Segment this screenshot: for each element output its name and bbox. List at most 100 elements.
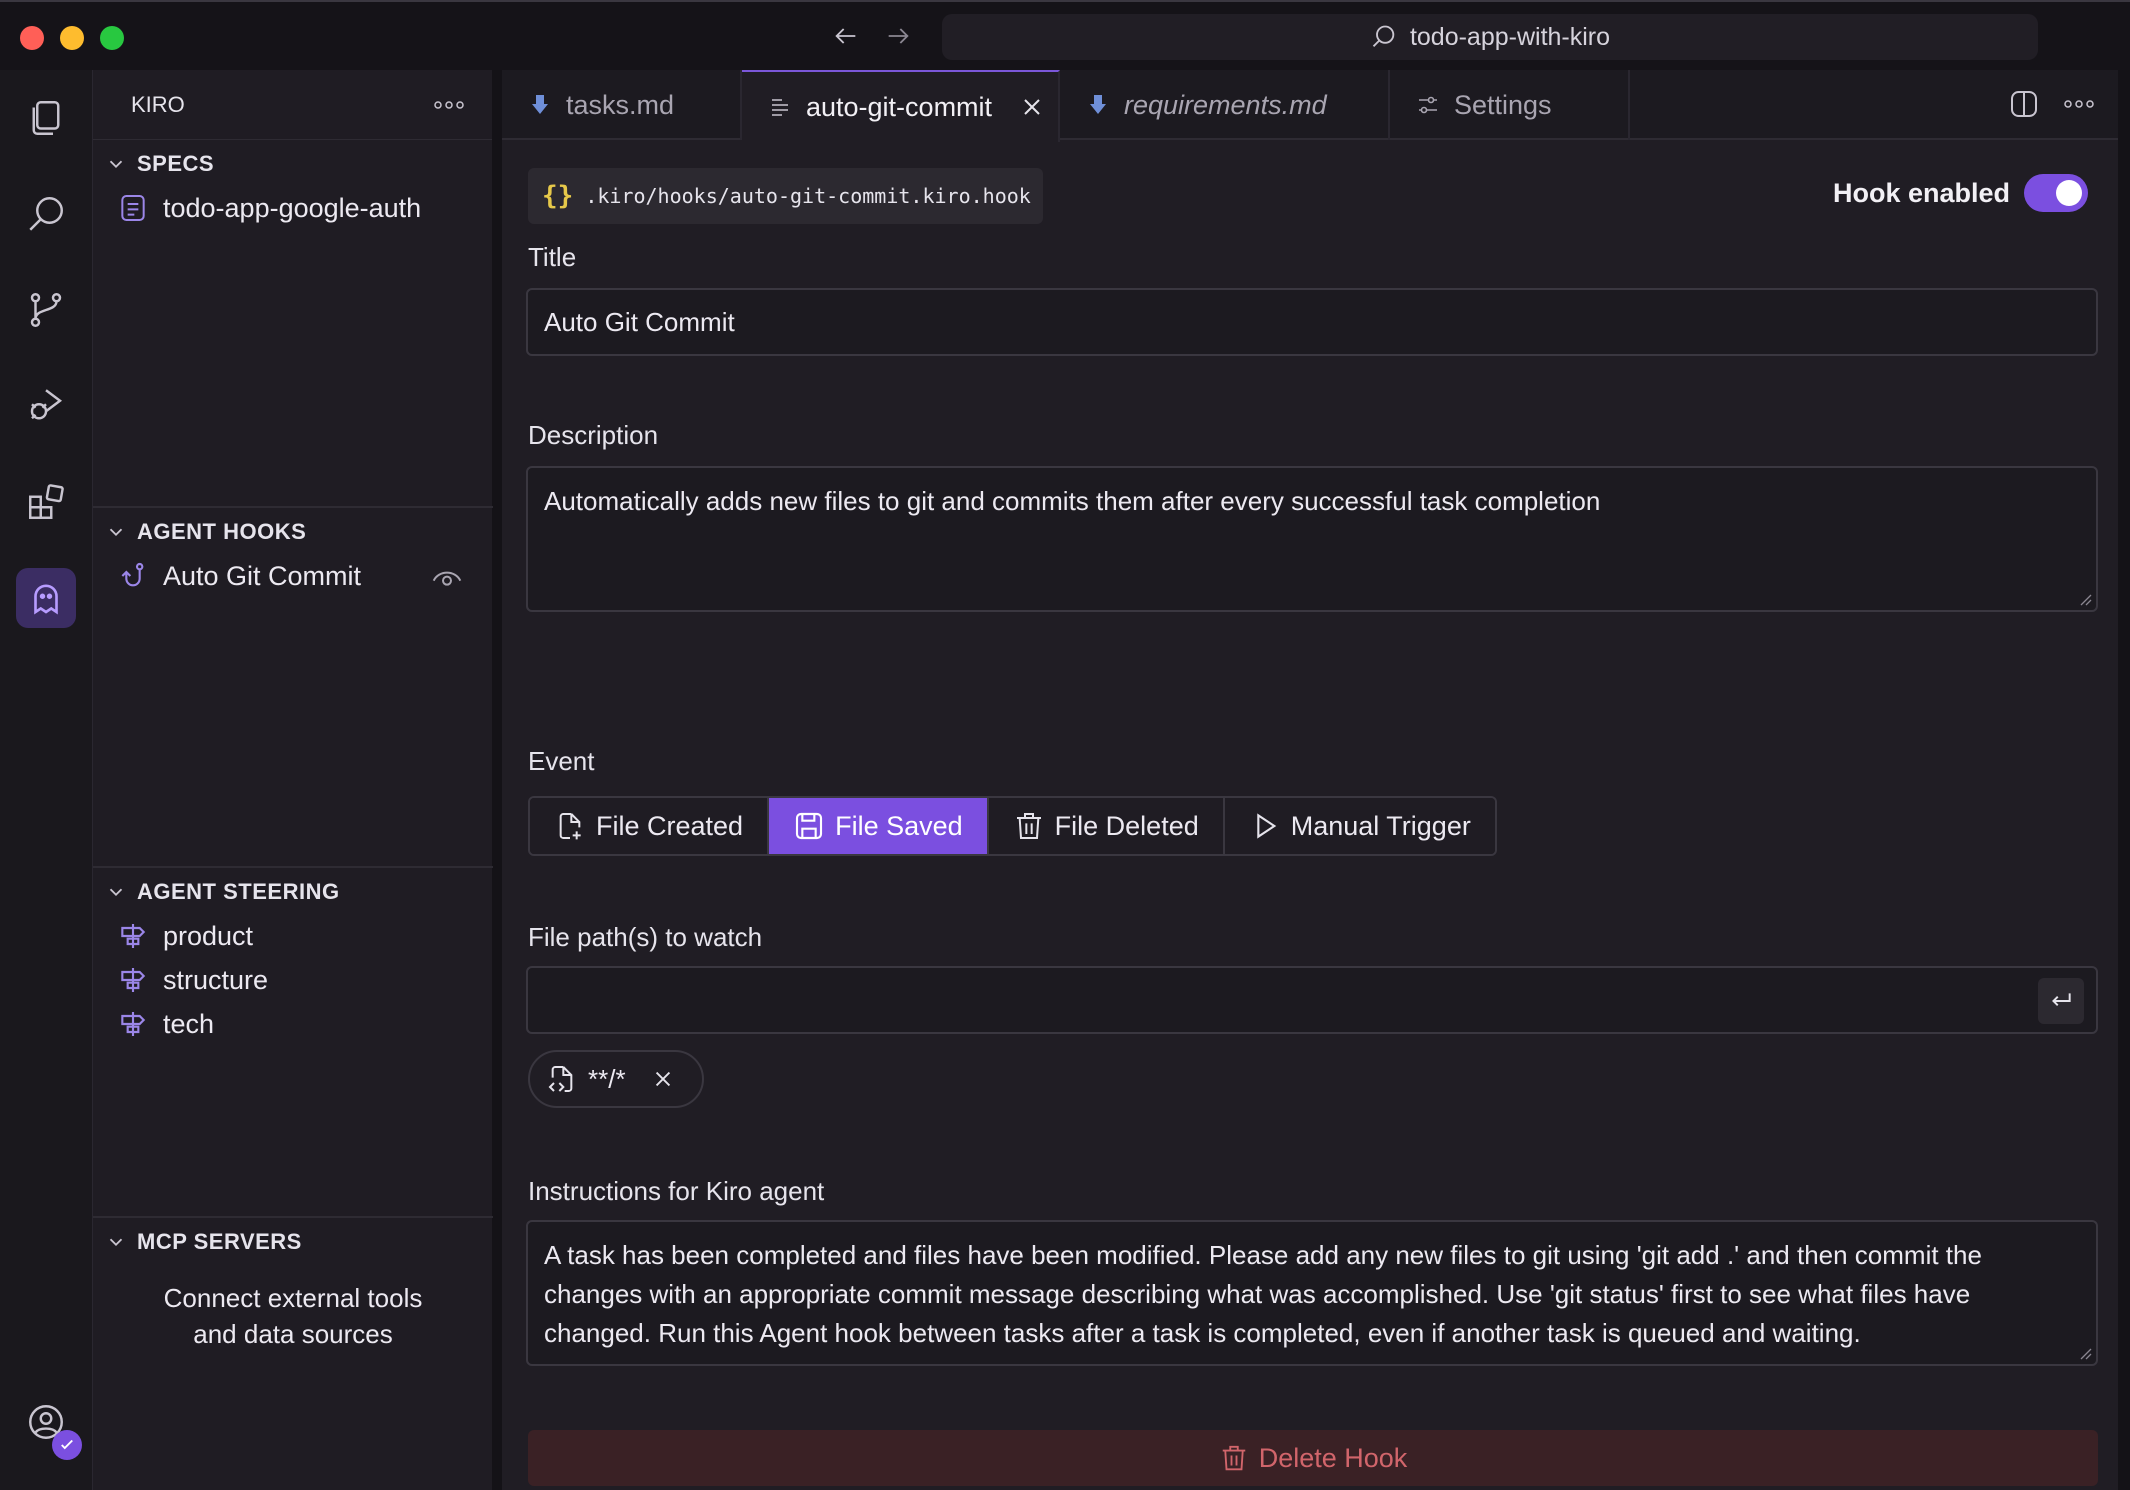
tab-label: Settings xyxy=(1454,89,1552,120)
description-value: Automatically adds new files to git and … xyxy=(544,486,1601,516)
close-window-button[interactable] xyxy=(20,26,44,50)
search-icon xyxy=(1372,25,1395,47)
hook-icon xyxy=(121,562,144,587)
mcp-servers-section: MCP SERVERS Connect external tools and d… xyxy=(93,1216,493,1352)
instructions-line-3: changed. Run this Agent hook between tas… xyxy=(544,1318,1861,1348)
save-icon xyxy=(796,812,823,840)
tab-tasks-md[interactable]: tasks.md xyxy=(502,70,742,140)
json-braces-icon: {} xyxy=(542,181,574,211)
steering-item-product[interactable]: product xyxy=(93,914,493,958)
command-search-bar[interactable]: todo-app-with-kiro xyxy=(942,14,2038,60)
steering-item-label: structure xyxy=(163,964,269,995)
steering-item-structure[interactable]: structure xyxy=(93,958,493,1002)
steering-item-label: product xyxy=(163,920,254,951)
minimize-window-button[interactable] xyxy=(60,26,84,50)
steering-item-tech[interactable]: tech xyxy=(93,1002,493,1046)
eye-icon[interactable] xyxy=(431,562,463,594)
specs-section: SPECS todo-app-google-auth xyxy=(93,142,493,230)
mcp-empty-message: Connect external tools and data sources xyxy=(93,1280,493,1352)
chevron-down-icon xyxy=(109,160,123,169)
path-pattern-text: **/* xyxy=(588,1063,626,1094)
kiro-file-icon xyxy=(1090,95,1106,114)
delete-hook-button[interactable]: Delete Hook xyxy=(528,1430,2098,1486)
spec-item-label: todo-app-google-auth xyxy=(163,192,422,223)
hook-enabled-toggle[interactable] xyxy=(2024,174,2088,212)
instructions-line-1: A task has been completed and files have… xyxy=(544,1240,1982,1270)
specs-section-title: SPECS xyxy=(137,151,215,176)
agent-steering-section-header[interactable]: AGENT STEERING xyxy=(93,870,493,914)
specs-section-header[interactable]: SPECS xyxy=(93,142,493,186)
event-label-text: File Deleted xyxy=(1054,810,1199,841)
event-manual-trigger-button[interactable]: Manual Trigger xyxy=(1224,798,1495,854)
search-bar-text: todo-app-with-kiro xyxy=(1409,22,1611,51)
maximize-window-button[interactable] xyxy=(100,26,124,50)
more-actions-icon[interactable] xyxy=(2064,99,2094,109)
trash-icon xyxy=(1222,1445,1245,1471)
event-file-saved-button[interactable]: File Saved xyxy=(769,798,989,854)
title-input[interactable]: Auto Git Commit xyxy=(526,288,2098,356)
instructions-label: Instructions for Kiro agent xyxy=(528,1176,825,1206)
event-label-text: File Created xyxy=(596,810,744,841)
more-options-icon[interactable] xyxy=(434,100,464,110)
title-label: Title xyxy=(528,242,577,272)
tabbar-actions xyxy=(2008,88,2094,120)
file-plus-icon xyxy=(559,813,581,840)
event-file-created-button[interactable]: File Created xyxy=(530,798,770,854)
extensions-icon[interactable] xyxy=(16,472,76,532)
agent-hooks-section-header[interactable]: AGENT HOOKS xyxy=(93,510,493,554)
mcp-message-line-2: and data sources xyxy=(193,1319,393,1349)
resize-handle-icon[interactable] xyxy=(2078,592,2092,606)
instructions-line-2: changes with an appropriate commit messa… xyxy=(544,1279,1971,1309)
event-label: Event xyxy=(528,746,595,776)
sliders-icon xyxy=(1419,96,1437,114)
signpost-icon xyxy=(121,924,146,948)
source-control-icon[interactable] xyxy=(16,280,76,340)
run-debug-icon[interactable] xyxy=(16,376,76,436)
sidebar-header: KIRO xyxy=(93,70,492,140)
signpost-icon xyxy=(121,1012,146,1036)
hook-enabled-control: Hook enabled xyxy=(1833,174,2088,212)
event-label-text: File Saved xyxy=(835,810,963,841)
add-path-button[interactable] xyxy=(2038,978,2084,1024)
hook-file-path: .kiro/hooks/auto-git-commit.kiro.hook xyxy=(585,184,1031,208)
event-label-text: Manual Trigger xyxy=(1290,810,1471,841)
kiro-ghost-icon[interactable] xyxy=(16,568,76,628)
file-paths-input[interactable] xyxy=(526,966,2098,1034)
play-icon xyxy=(1257,813,1276,839)
resize-handle-icon[interactable] xyxy=(2078,1346,2092,1360)
account-badge-check-icon xyxy=(52,1430,82,1460)
split-editor-icon[interactable] xyxy=(2008,88,2040,120)
hook-item-label: Auto Git Commit xyxy=(163,560,362,591)
agent-steering-section: AGENT STEERING product structure tech xyxy=(93,866,493,1046)
mcp-servers-section-header[interactable]: MCP SERVERS xyxy=(93,1220,493,1264)
back-arrow-icon[interactable] xyxy=(828,18,864,54)
kiro-file-icon xyxy=(532,95,548,114)
title-input-value: Auto Git Commit xyxy=(544,306,735,337)
file-code-icon xyxy=(548,1066,573,1092)
close-icon[interactable] xyxy=(1020,95,1044,119)
mcp-servers-section-title: MCP SERVERS xyxy=(137,1229,302,1254)
description-textarea[interactable]: Automatically adds new files to git and … xyxy=(526,466,2098,612)
tab-settings[interactable]: Settings xyxy=(1390,70,1630,140)
spec-item[interactable]: todo-app-google-auth xyxy=(93,186,493,230)
tab-bar: tasks.md auto-git-commit requirements.md… xyxy=(502,70,2118,142)
search-icon[interactable] xyxy=(16,184,76,244)
event-selector: File Created File Saved File Deleted Man… xyxy=(528,796,1497,856)
instructions-textarea[interactable]: A task has been completed and files have… xyxy=(526,1220,2098,1366)
path-pattern-chip: **/* xyxy=(528,1050,704,1108)
remove-pattern-icon[interactable] xyxy=(652,1068,674,1090)
tab-requirements-md[interactable]: requirements.md xyxy=(1060,70,1390,140)
tab-auto-git-commit[interactable]: auto-git-commit xyxy=(742,70,1060,142)
trash-icon xyxy=(1016,813,1041,839)
tab-label: tasks.md xyxy=(566,89,675,120)
tab-label: auto-git-commit xyxy=(806,91,993,122)
explorer-icon[interactable] xyxy=(16,88,76,148)
forward-arrow-icon[interactable] xyxy=(880,18,916,54)
hook-item-auto-git-commit[interactable]: Auto Git Commit xyxy=(93,554,493,598)
sidebar-title: KIRO xyxy=(131,91,185,117)
signpost-icon xyxy=(121,968,146,992)
chevron-down-icon xyxy=(109,1238,123,1247)
chevron-down-icon xyxy=(109,528,123,537)
event-file-deleted-button[interactable]: File Deleted xyxy=(988,798,1225,854)
account-icon[interactable] xyxy=(16,1392,82,1460)
